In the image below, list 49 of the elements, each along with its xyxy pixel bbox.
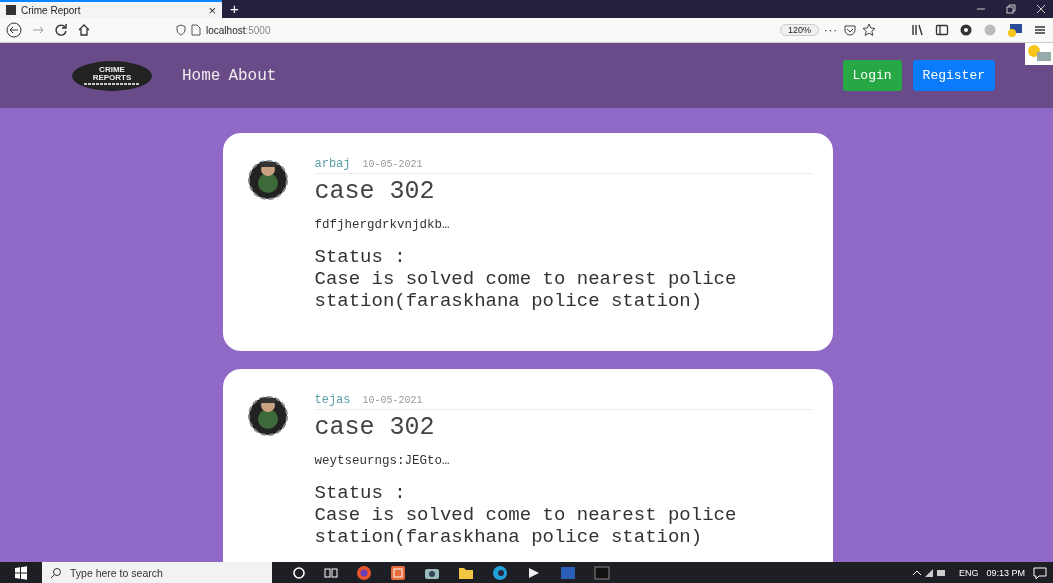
start-icon[interactable] [14, 565, 28, 580]
close-tab-button[interactable]: × [208, 2, 216, 18]
back-icon[interactable] [6, 22, 22, 38]
more-button[interactable]: ··· [824, 24, 838, 36]
search-icon [50, 566, 62, 579]
status-label: Status : [314, 246, 407, 268]
post-date: 10-05-2021 [362, 159, 423, 170]
new-tab-button[interactable]: + [222, 0, 247, 18]
post-title[interactable]: case 302 [314, 177, 813, 206]
shield-icon [176, 24, 186, 36]
post-excerpt: weytseurngs:JEGto… [314, 454, 451, 468]
edge-icon[interactable] [492, 564, 508, 581]
nav-link[interactable]: Home [182, 66, 221, 85]
restore-icon[interactable] [1005, 4, 1017, 14]
star-icon[interactable] [862, 23, 876, 37]
avatar-icon [246, 393, 289, 437]
avatar-icon [246, 157, 289, 201]
nav-link[interactable]: About [228, 66, 277, 85]
post-date: 10-05-2021 [362, 395, 423, 406]
library-icon[interactable] [911, 23, 925, 37]
post-excerpt: fdfjhergdrkvnjdkb… [314, 218, 451, 232]
status-text: Case is solved come to nearest police station(faraskhana police station) [314, 504, 738, 548]
word-icon[interactable] [560, 564, 576, 581]
search-field[interactable]: Type here to search [42, 562, 272, 583]
post-title[interactable]: case 302 [314, 413, 813, 442]
terminal-icon[interactable] [594, 564, 610, 581]
cortana-icon[interactable] [292, 565, 306, 580]
browser-app-icon[interactable] [356, 564, 372, 581]
zoom-level[interactable]: 120% [779, 24, 819, 36]
menu-icon[interactable] [1033, 23, 1047, 37]
app-icon[interactable] [390, 564, 406, 581]
sidebar-icon[interactable] [935, 23, 949, 37]
notification-icon[interactable] [1033, 565, 1047, 580]
status-label: Status : [314, 482, 407, 504]
page-icon [6, 5, 16, 15]
site-logo[interactable]: CRIME REPORTS [72, 60, 152, 91]
close-icon[interactable] [1035, 4, 1047, 14]
reload-icon[interactable] [54, 23, 68, 37]
language-indicator[interactable]: ENG [958, 567, 979, 578]
register-button[interactable]: Register [912, 60, 995, 91]
pocket-icon[interactable] [843, 23, 857, 37]
status-text: Case is solved come to nearest police station(faraskhana police station) [314, 268, 738, 312]
browser-tab[interactable]: Crime Report × [0, 0, 222, 18]
home-icon[interactable] [77, 23, 91, 37]
clock-text[interactable]: 09:13 PM [986, 567, 1025, 578]
page-icon [191, 24, 201, 36]
url-text: localhost:5000 [206, 24, 272, 36]
task-view-icon[interactable] [324, 565, 338, 580]
logo-tagline-drawing [82, 81, 142, 86]
